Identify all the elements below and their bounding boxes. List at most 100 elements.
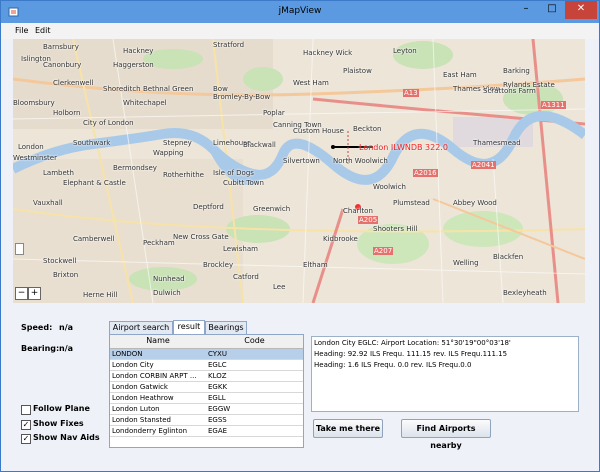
map-place-label: Canonbury xyxy=(43,61,82,69)
airport-code-cell: EGGW xyxy=(208,405,231,413)
map-view[interactable]: Barnsbury Stratford Hackney Islington Hagger… xyxy=(13,39,585,303)
maximize-button[interactable]: □ xyxy=(539,1,565,19)
menu-bar: File Edit xyxy=(2,23,598,39)
map-place-label: Brockley xyxy=(203,261,234,269)
zoom-out-button[interactable]: − xyxy=(15,287,28,300)
window-title: jMapView xyxy=(278,6,322,16)
airport-name-cell: London Luton xyxy=(112,405,160,413)
take-me-there-button[interactable]: Take me there xyxy=(313,419,383,438)
map-place-label: Nunhead xyxy=(153,275,185,283)
speed-label: Speed: xyxy=(21,323,53,332)
map-place-label: Charlton xyxy=(343,207,373,215)
map-place-label: Woolwich xyxy=(373,183,406,191)
map-place-label: Scrattons Farm xyxy=(483,87,536,95)
checkbox-label: Show Nav Aids xyxy=(33,433,100,442)
map-place-label: Plaistow xyxy=(343,67,372,75)
map-place-label: Holborn xyxy=(53,109,81,117)
tab-airport-search[interactable]: Airport search xyxy=(109,321,173,334)
map-place-label: Greenwich xyxy=(253,205,291,213)
app-window: jMapView – □ ✕ File Edit Barnsbury Strat… xyxy=(0,0,600,472)
airport-code-cell: EGSS xyxy=(208,416,227,424)
title-bar[interactable]: jMapView – □ ✕ xyxy=(1,1,599,23)
table-row[interactable]: London Luton EGGW xyxy=(110,404,303,415)
map-place-label: Rotherhithe xyxy=(163,171,204,179)
map-place-label: Stratford xyxy=(213,41,245,49)
map-place-label: Barnsbury xyxy=(43,43,79,51)
zoom-slider-handle[interactable] xyxy=(15,243,24,255)
map-place-label: Shooters Hill xyxy=(373,225,418,233)
close-button[interactable]: ✕ xyxy=(565,1,597,19)
table-row[interactable]: Londonderry Eglinton EGAE xyxy=(110,426,303,437)
table-header: Name Code xyxy=(110,335,303,349)
result-text-area[interactable]: London City EGLC: Airport Location: 51°3… xyxy=(311,336,579,412)
map-place-label: Southwark xyxy=(73,139,111,147)
map-place-label: Thamesmead xyxy=(473,139,521,147)
tab-result[interactable]: result xyxy=(173,320,205,335)
result-line: Heading: 92.92 ILS Frequ. 111.15 rev. IL… xyxy=(314,350,508,358)
table-row[interactable]: London CORBIN ARPT ... KLOZ xyxy=(110,371,303,382)
airport-code-cell: EGAE xyxy=(208,427,228,435)
map-place-label: Barking xyxy=(503,67,530,75)
map-place-label: Plumstead xyxy=(393,199,430,207)
map-place-label: New Cross Gate xyxy=(173,233,229,241)
map-place-label: Peckham xyxy=(143,239,175,247)
airport-name-cell: London City xyxy=(112,361,154,369)
bearing-value: n/a xyxy=(59,344,74,353)
menu-file[interactable]: File xyxy=(15,26,28,35)
road-number-label: A207 xyxy=(373,247,394,255)
map-place-label: Leyton xyxy=(393,47,417,55)
map-place-label: North Woolwich xyxy=(333,157,388,165)
table-row[interactable]: London Stansted EGSS xyxy=(110,415,303,426)
map-place-label: Beckton xyxy=(353,125,382,133)
map-place-label: Brixton xyxy=(53,271,79,279)
find-airports-button[interactable]: Find Airports nearby xyxy=(401,419,491,450)
bearing-label: Bearing: xyxy=(21,344,60,353)
map-place-label: Catford xyxy=(233,273,259,281)
minimize-button[interactable]: – xyxy=(513,1,539,19)
tab-bearings[interactable]: Bearings xyxy=(205,321,247,334)
map-place-label: East Ham xyxy=(443,71,477,79)
map-place-label: Dulwich xyxy=(153,289,181,297)
zoom-in-button[interactable]: + xyxy=(28,287,41,300)
menu-edit[interactable]: Edit xyxy=(35,26,51,35)
checkbox-box[interactable]: ✓ xyxy=(21,434,31,444)
map-place-label: Haggerston xyxy=(113,61,154,69)
map-place-label: Bexleyheath xyxy=(503,289,547,297)
map-place-label: Poplar xyxy=(263,109,285,117)
result-line: London City EGLC: Airport Location: 51°3… xyxy=(314,339,511,347)
airport-name-cell: London Stansted xyxy=(112,416,171,424)
map-place-label: Abbey Wood xyxy=(453,199,497,207)
map-place-label: Custom House xyxy=(293,127,344,135)
airport-code-cell: EGLL xyxy=(208,394,226,402)
map-place-label: Herne Hill xyxy=(83,291,118,299)
navaid-label: London ILWNDB 322.0 xyxy=(359,143,448,152)
road-number-label: A13 xyxy=(403,89,419,97)
map-place-label: Westminster xyxy=(13,154,57,162)
airport-code-cell: CYXU xyxy=(208,350,227,358)
map-place-label: Lee xyxy=(273,283,286,291)
map-place-label: Deptford xyxy=(193,203,224,211)
map-place-label: Stepney xyxy=(163,139,192,147)
table-row[interactable]: London Gatwick EGKK xyxy=(110,382,303,393)
map-place-label: Cubitt Town xyxy=(223,179,264,187)
road-number-label: A2016 xyxy=(413,169,438,177)
map-place-label: Eltham xyxy=(303,261,328,269)
airport-name-cell: London Gatwick xyxy=(112,383,168,391)
column-header-code[interactable]: Code xyxy=(206,336,303,345)
airport-code-cell: KLOZ xyxy=(208,372,227,380)
map-place-label: Silvertown xyxy=(283,157,320,165)
table-row[interactable]: LONDON CYXU xyxy=(110,349,303,360)
map-place-label: Bermondsey xyxy=(113,164,157,172)
map-place-label: Wapping xyxy=(153,149,184,157)
map-place-label: Vauxhall xyxy=(33,199,63,207)
map-place-label: Lambeth xyxy=(43,169,74,177)
road-number-label: A205 xyxy=(358,216,379,224)
column-header-name[interactable]: Name xyxy=(110,336,206,345)
airport-table[interactable]: Name Code LONDON CYXU London City EGLC Londo… xyxy=(109,334,304,448)
checkbox-box[interactable] xyxy=(21,405,31,415)
table-row[interactable]: London City EGLC xyxy=(110,360,303,371)
map-place-label: Bromley-By-Bow xyxy=(213,93,271,101)
airport-name-cell: Londonderry Eglinton xyxy=(112,427,188,435)
table-row[interactable]: London Heathrow EGLL xyxy=(110,393,303,404)
checkbox-box[interactable]: ✓ xyxy=(21,420,31,430)
